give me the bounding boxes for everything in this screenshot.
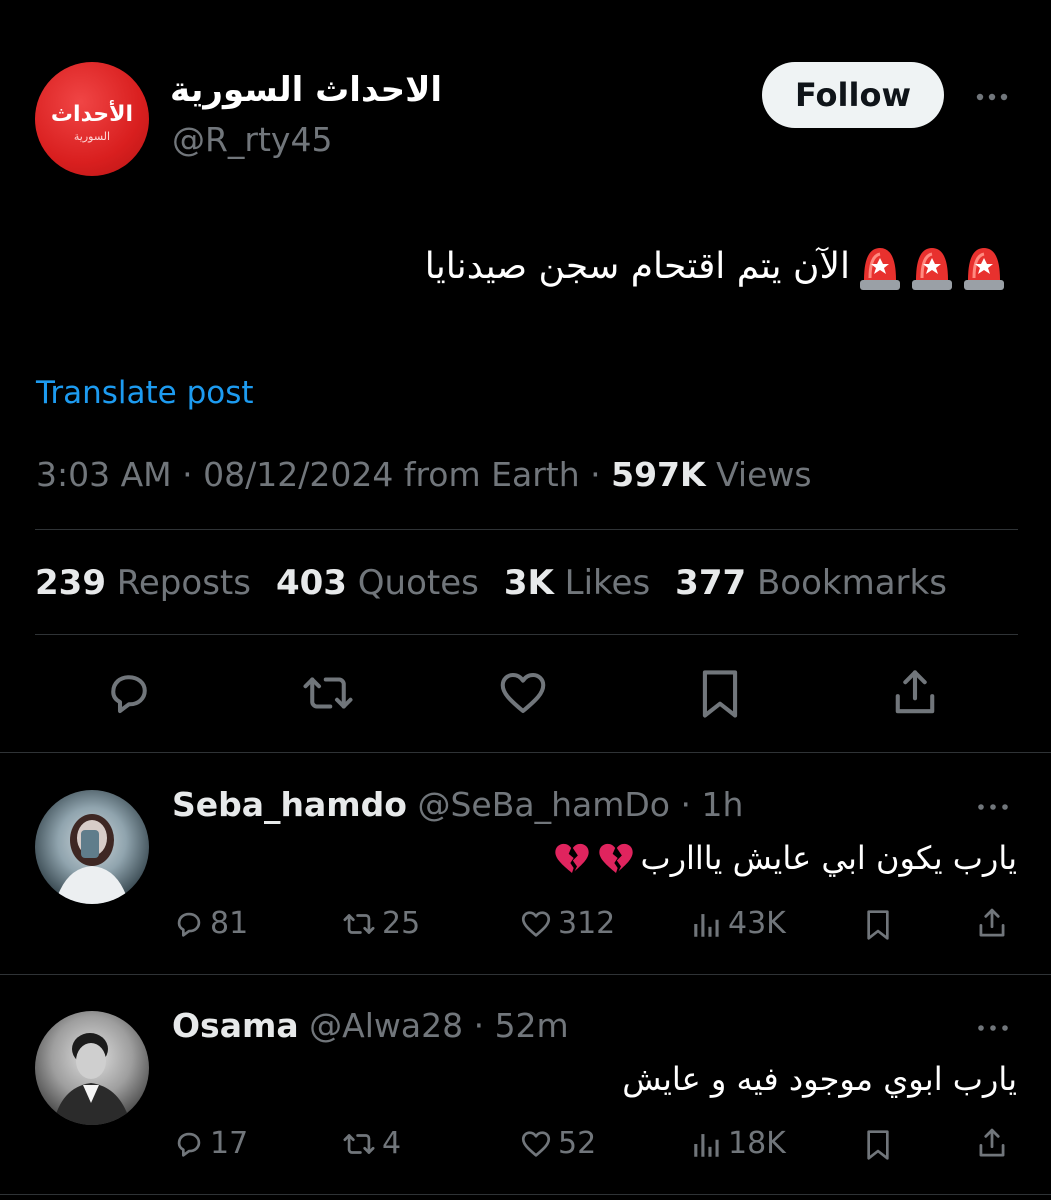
likes-stat[interactable]: 3K Likes (504, 563, 650, 603)
follow-button[interactable]: Follow (762, 62, 944, 128)
views-count-button[interactable]: 43K (690, 906, 786, 941)
more-options-icon[interactable] (972, 82, 1012, 112)
bookmark-icon[interactable] (694, 666, 746, 722)
reply-header: Osama @Alwa28 · 52m (172, 1006, 569, 1045)
reply-author-handle[interactable]: @SeBa_hamDo (417, 785, 670, 824)
reply-text: يارب يكون ابي عايش يااارب (552, 838, 1017, 878)
divider (35, 634, 1018, 635)
like-count: 52 (558, 1126, 597, 1161)
views-count: 597K (611, 455, 706, 494)
more-options-icon[interactable] (973, 1013, 1013, 1043)
repost-icon (340, 1127, 378, 1161)
post-time[interactable]: 3:03 AM (36, 455, 172, 494)
reply-icon (172, 1127, 206, 1161)
like-heart-icon (518, 1127, 554, 1161)
views-count: 43K (728, 906, 786, 941)
siren-icon (910, 240, 954, 292)
reply-author-handle[interactable]: @Alwa28 (309, 1006, 463, 1045)
reply-icon (172, 907, 206, 941)
repost-count: 4 (382, 1126, 402, 1161)
reply-time[interactable]: 1h (701, 785, 743, 824)
broken-heart-icon (596, 838, 636, 878)
reposts-stat[interactable]: 239 Reposts (35, 563, 251, 603)
analytics-bars-icon (690, 907, 724, 941)
reply-header: Seba_hamdo @SeBa_hamDo · 1h (172, 785, 744, 824)
repost-count-button[interactable]: 25 (340, 906, 420, 941)
bookmark-icon[interactable] (862, 907, 894, 943)
reply-icon[interactable] (102, 666, 156, 720)
reply-text-content: يارب ابوي موجود فيه و عايش (622, 1060, 1017, 1098)
more-options-icon[interactable] (973, 792, 1013, 822)
views-label: Views (716, 455, 812, 494)
siren-icon (858, 240, 902, 292)
reply-avatar[interactable] (35, 1011, 149, 1125)
author-avatar[interactable]: الأحداث السورية (35, 62, 149, 176)
post-text: الآن يتم اقتحام سجن صيدنايا (425, 240, 1006, 292)
divider (0, 752, 1051, 753)
divider (35, 529, 1018, 530)
share-icon[interactable] (888, 666, 942, 722)
divider (0, 974, 1051, 975)
reply-text-content: يارب يكون ابي عايش يااارب (640, 839, 1017, 877)
repost-icon (340, 907, 378, 941)
translate-post-link[interactable]: Translate post (36, 375, 254, 411)
reply-count: 17 (210, 1126, 249, 1161)
post-date[interactable]: 08/12/2024 (203, 455, 393, 494)
divider (0, 1194, 1051, 1195)
reply-count-button[interactable]: 17 (172, 1126, 248, 1161)
repost-count: 25 (382, 906, 421, 941)
views-count-button[interactable]: 18K (690, 1126, 786, 1161)
author-handle[interactable]: @R_rty45 (172, 120, 332, 159)
repost-icon[interactable] (298, 666, 358, 720)
quotes-stat[interactable]: 403 Quotes (276, 563, 479, 603)
repost-count-button[interactable]: 4 (340, 1126, 401, 1161)
like-heart-icon (518, 907, 554, 941)
share-icon[interactable] (975, 906, 1009, 942)
share-icon[interactable] (975, 1126, 1009, 1162)
author-display-name[interactable]: الاحداث السورية (170, 70, 442, 110)
analytics-bars-icon (690, 1127, 724, 1161)
reply-author-name[interactable]: Seba_hamdo (172, 785, 407, 824)
broken-heart-icon (552, 838, 592, 878)
bookmarks-stat[interactable]: 377 Bookmarks (675, 563, 947, 603)
reply-text: يارب ابوي موجود فيه و عايش (622, 1060, 1017, 1098)
bookmark-icon[interactable] (862, 1127, 894, 1163)
post-source: from Earth (403, 455, 580, 494)
like-heart-icon[interactable] (495, 666, 551, 720)
like-count: 312 (558, 906, 616, 941)
views-count: 18K (728, 1126, 786, 1161)
reply-count-button[interactable]: 81 (172, 906, 248, 941)
avatar-logo-text: الأحداث (50, 102, 134, 127)
avatar-logo-subtext: السورية (73, 130, 111, 143)
post-text-content: الآن يتم اقتحام سجن صيدنايا (424, 245, 850, 287)
reply-author-name[interactable]: Osama (172, 1006, 299, 1045)
reply-time[interactable]: 52m (495, 1006, 569, 1045)
like-count-button[interactable]: 52 (518, 1126, 596, 1161)
reply-count: 81 (210, 906, 249, 941)
siren-icon (962, 240, 1006, 292)
reply-avatar[interactable] (35, 790, 149, 904)
engagement-stats: 239 Reposts 403 Quotes 3K Likes 377 Book… (35, 563, 972, 603)
post-meta: 3:03 AM · 08/12/2024 from Earth · 597K V… (36, 455, 812, 494)
like-count-button[interactable]: 312 (518, 906, 615, 941)
